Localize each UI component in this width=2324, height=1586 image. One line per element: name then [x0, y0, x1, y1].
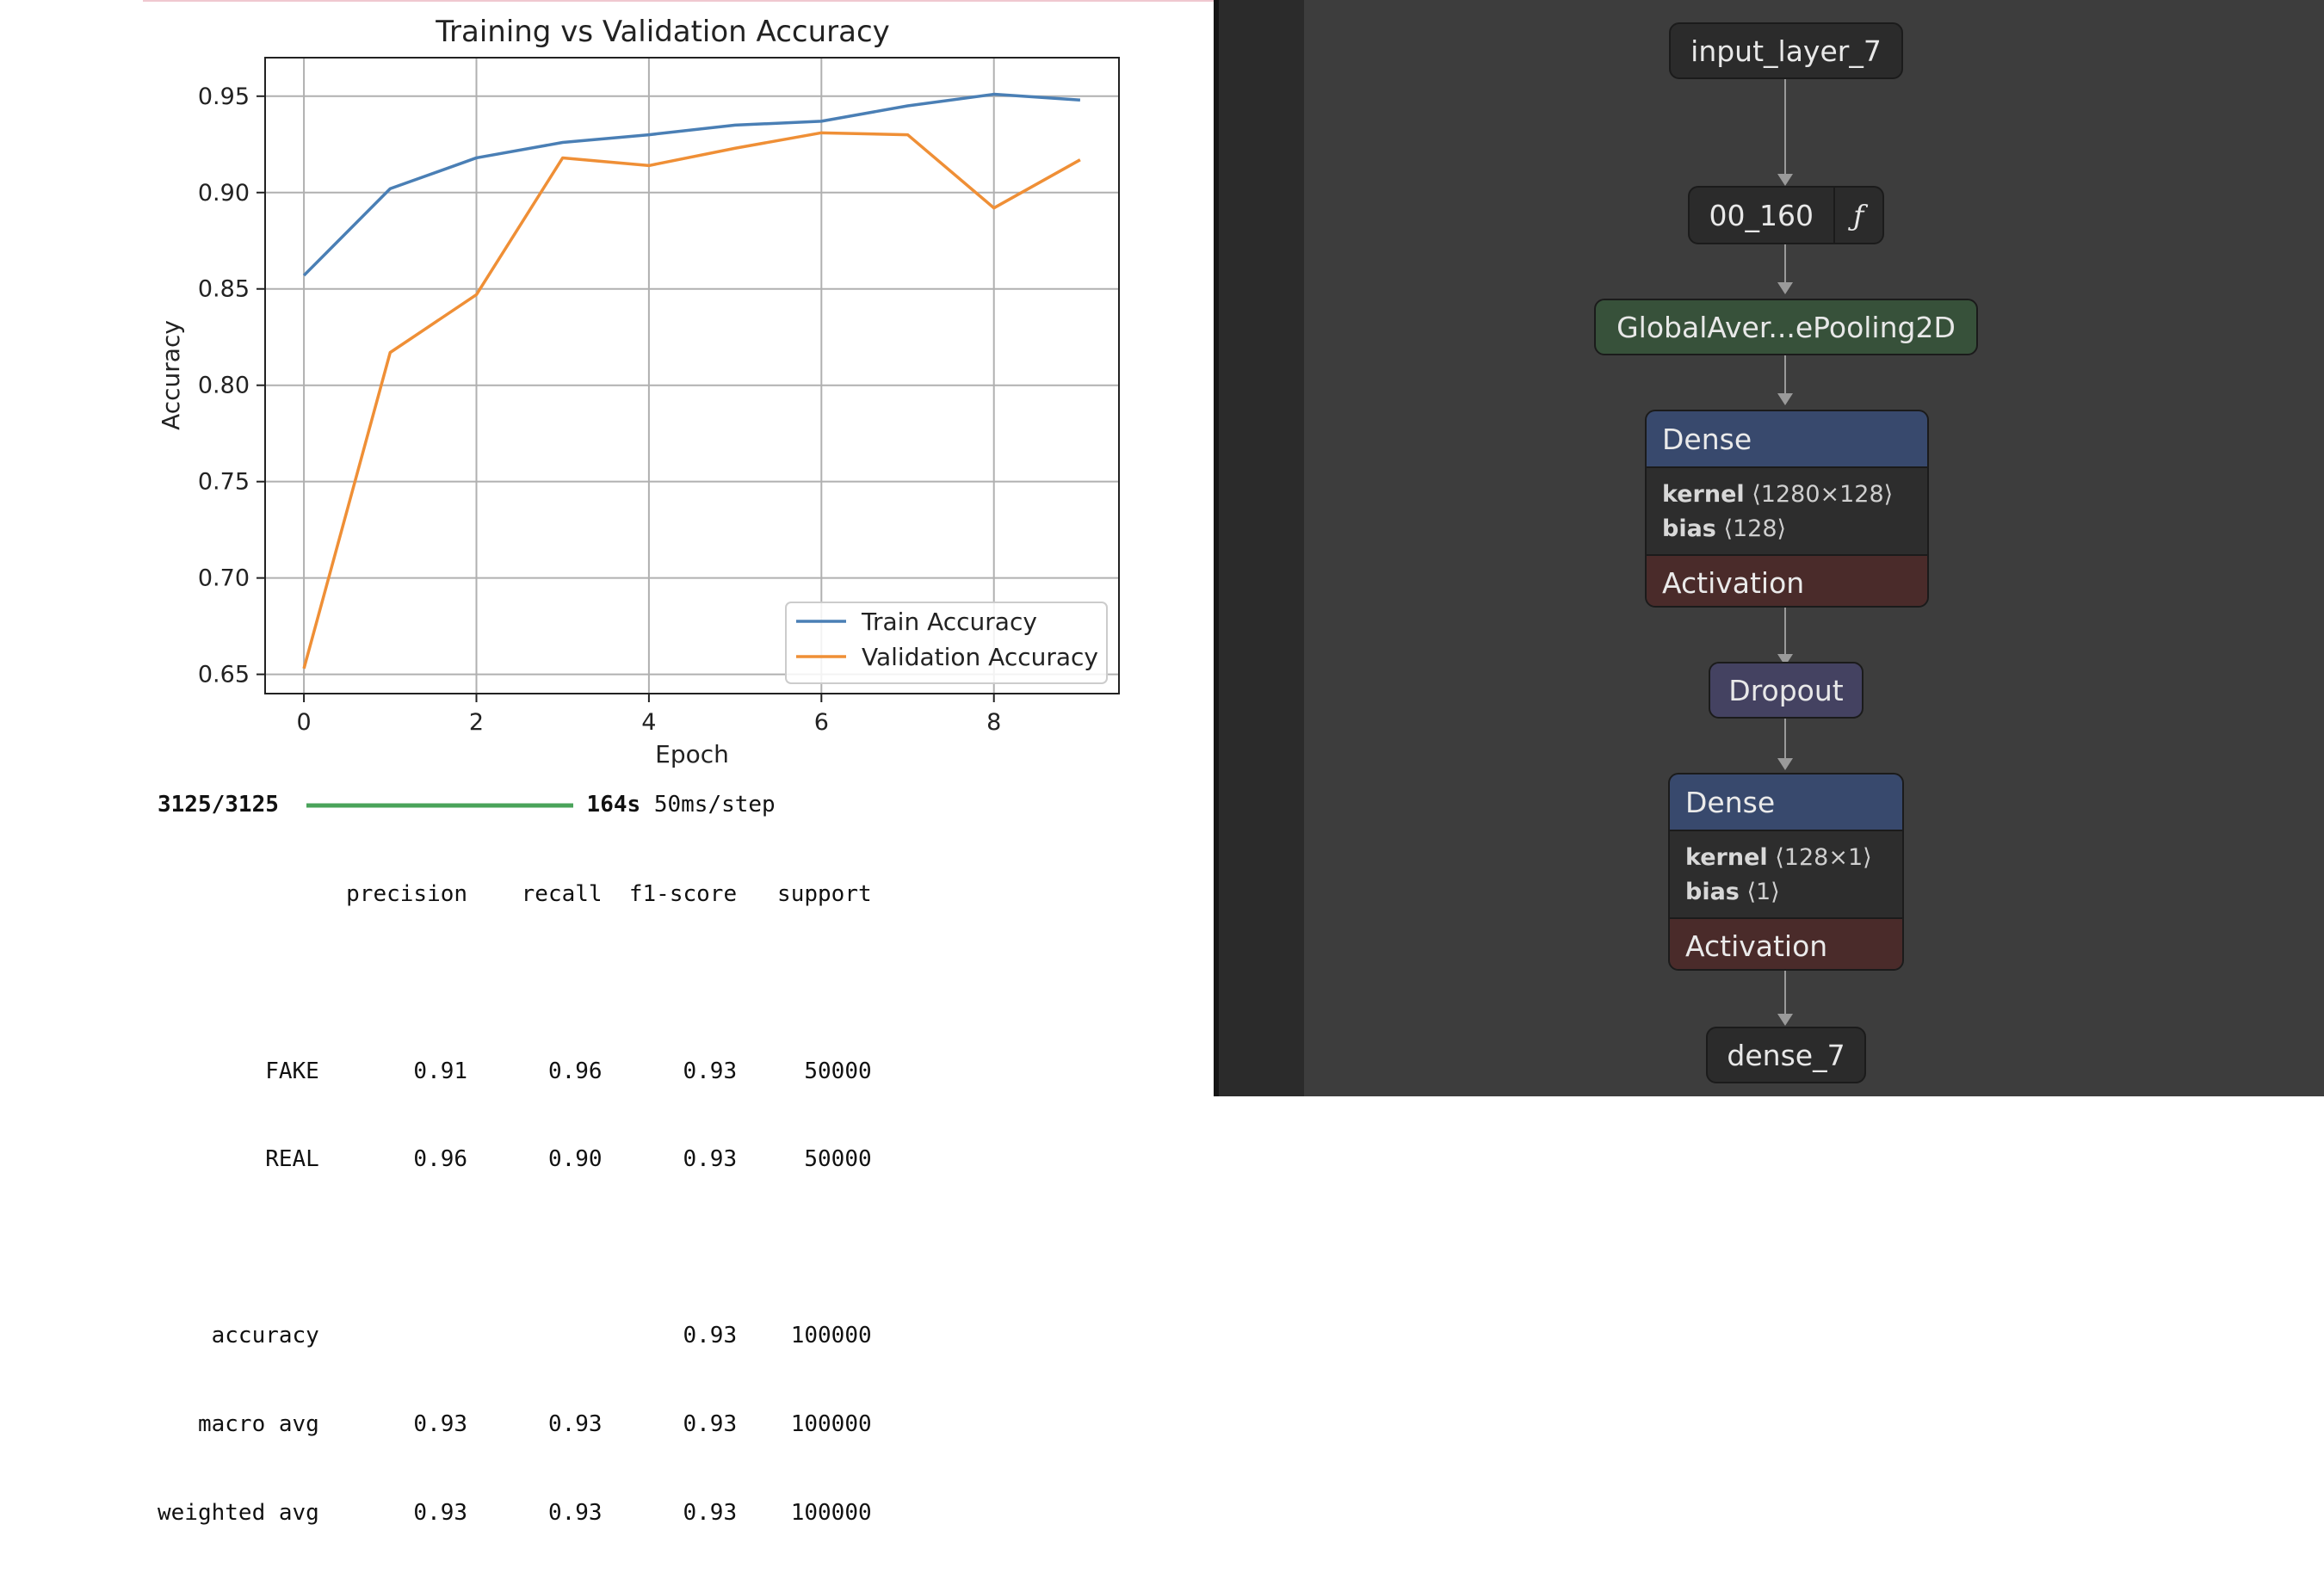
- bias-shape: ⟨1⟩: [1746, 878, 1780, 905]
- model-graph-pane[interactable]: input_layer_7 00_160 ƒ GlobalAver...ePoo…: [1304, 0, 2324, 1096]
- dense-params: kernel ⟨1280×128⟩ bias ⟨128⟩: [1647, 468, 1927, 554]
- chart-frame: [264, 57, 1120, 694]
- chart-legend: Train Accuracy Validation Accuracy: [785, 602, 1108, 684]
- activation-section: Activation: [1647, 554, 1927, 606]
- graph-node-dense-2[interactable]: Dense kernel ⟨128×1⟩ bias ⟨1⟩ Activation: [1668, 773, 1904, 971]
- graph-edge: [1784, 79, 1786, 174]
- bias-shape: ⟨128⟩: [1723, 515, 1787, 542]
- kernel-param: kernel ⟨1280×128⟩: [1662, 477, 1927, 511]
- node-label: dense_7: [1727, 1038, 1845, 1072]
- arrow-icon: [1777, 393, 1793, 405]
- x-axis-label: Epoch: [655, 740, 729, 768]
- report-line: weighted avg 0.93 0.93 0.93 100000: [158, 1499, 872, 1526]
- node-label: input_layer_7: [1690, 34, 1882, 68]
- bias-label: bias: [1662, 515, 1716, 542]
- arrow-icon: [1777, 1014, 1793, 1026]
- y-tick-label: 0.65: [198, 662, 250, 688]
- graph-edge: [1784, 719, 1786, 758]
- chart-series: [302, 92, 1081, 670]
- x-axis-ticks: 0 2 4 6 8: [296, 694, 1001, 736]
- graph-node-dense-1[interactable]: Dense kernel ⟨1280×128⟩ bias ⟨128⟩ Activ…: [1645, 410, 1929, 608]
- report-line: REAL 0.96 0.90 0.93 50000: [158, 1146, 872, 1173]
- report-line: ​: [158, 1233, 872, 1262]
- kernel-label: kernel: [1685, 843, 1768, 871]
- dense-header: Dense: [1670, 774, 1902, 831]
- node-label: GlobalAver...ePooling2D: [1616, 310, 1956, 344]
- x-tick-label: 8: [986, 709, 1001, 736]
- graph-edge: [1784, 244, 1786, 282]
- notebook-output-pane: Training vs Validation Accuracy 0 2 4 6 8 0.…: [0, 0, 1214, 1526]
- graph-gutter: [1219, 0, 1304, 1096]
- report-line: ​: [158, 968, 872, 997]
- progress-count: 3125/3125: [158, 792, 279, 818]
- progress-bar: [306, 803, 573, 807]
- kernel-label: kernel: [1662, 480, 1745, 508]
- y-axis-ticks: 0.65 0.70 0.75 0.80 0.85 0.90 0.95: [198, 83, 265, 688]
- x-tick-label: 0: [296, 709, 311, 736]
- x-tick-label: 4: [641, 709, 656, 736]
- y-tick-label: 0.95: [198, 83, 250, 110]
- graph-node-global-average-pooling[interactable]: GlobalAver...ePooling2D: [1594, 299, 1978, 355]
- graph-edge: [1784, 971, 1786, 1014]
- arrow-icon: [1777, 758, 1793, 770]
- kernel-shape: ⟨128×1⟩: [1775, 843, 1872, 871]
- report-line: accuracy 0.93 100000: [158, 1323, 872, 1349]
- y-tick-label: 0.80: [198, 373, 250, 399]
- classification-report: precision recall f1-score support ​ FAKE…: [158, 821, 872, 1586]
- y-axis-label: Accuracy: [157, 320, 185, 430]
- graph-node-input[interactable]: input_layer_7: [1669, 22, 1903, 79]
- bias-param: bias ⟨128⟩: [1662, 511, 1927, 546]
- dense-params: kernel ⟨128×1⟩ bias ⟨1⟩: [1670, 831, 1902, 917]
- report-line: FAKE 0.91 0.96 0.93 50000: [158, 1058, 872, 1084]
- accuracy-chart: Training vs Validation Accuracy 0 2 4 6 8 0.…: [157, 15, 1120, 768]
- progress-line: 3125/3125 164s 50ms/step: [158, 792, 776, 818]
- y-tick-label: 0.70: [198, 565, 250, 592]
- graph-node-function[interactable]: 00_160 ƒ: [1688, 186, 1884, 244]
- kernel-param: kernel ⟨128×1⟩: [1685, 840, 1902, 874]
- y-tick-label: 0.75: [198, 469, 250, 496]
- series-line-train: [302, 92, 1081, 277]
- y-tick-label: 0.85: [198, 276, 250, 303]
- series-line-validation: [302, 131, 1081, 670]
- report-line: precision recall f1-score support: [158, 881, 872, 908]
- bias-label: bias: [1685, 878, 1740, 905]
- graph-edge: [1784, 608, 1786, 654]
- chart-title: Training vs Validation Accuracy: [435, 15, 890, 49]
- elapsed-time: 164s: [586, 792, 641, 818]
- step-time: 50ms/step: [640, 792, 776, 818]
- node-label: 00_160: [1690, 188, 1835, 243]
- chart-grid: [265, 58, 1119, 694]
- x-tick-label: 2: [469, 709, 484, 736]
- y-tick-label: 0.90: [198, 180, 250, 207]
- arrow-icon: [1777, 282, 1793, 294]
- activation-section: Activation: [1670, 917, 1902, 969]
- report-line: macro avg 0.93 0.93 0.93 100000: [158, 1411, 872, 1438]
- x-tick-label: 6: [814, 709, 829, 736]
- function-icon: ƒ: [1853, 198, 1864, 232]
- graph-node-dropout[interactable]: Dropout: [1709, 662, 1864, 719]
- graph-node-output[interactable]: dense_7: [1706, 1027, 1866, 1083]
- kernel-shape: ⟨1280×128⟩: [1752, 480, 1894, 508]
- dense-header: Dense: [1647, 411, 1927, 468]
- graph-edge: [1784, 355, 1786, 393]
- node-label: Dropout: [1728, 673, 1844, 707]
- arrow-icon: [1777, 174, 1793, 186]
- legend-label-train: Train Accuracy: [861, 608, 1037, 636]
- legend-label-validation: Validation Accuracy: [862, 643, 1098, 671]
- bias-param: bias ⟨1⟩: [1685, 874, 1902, 909]
